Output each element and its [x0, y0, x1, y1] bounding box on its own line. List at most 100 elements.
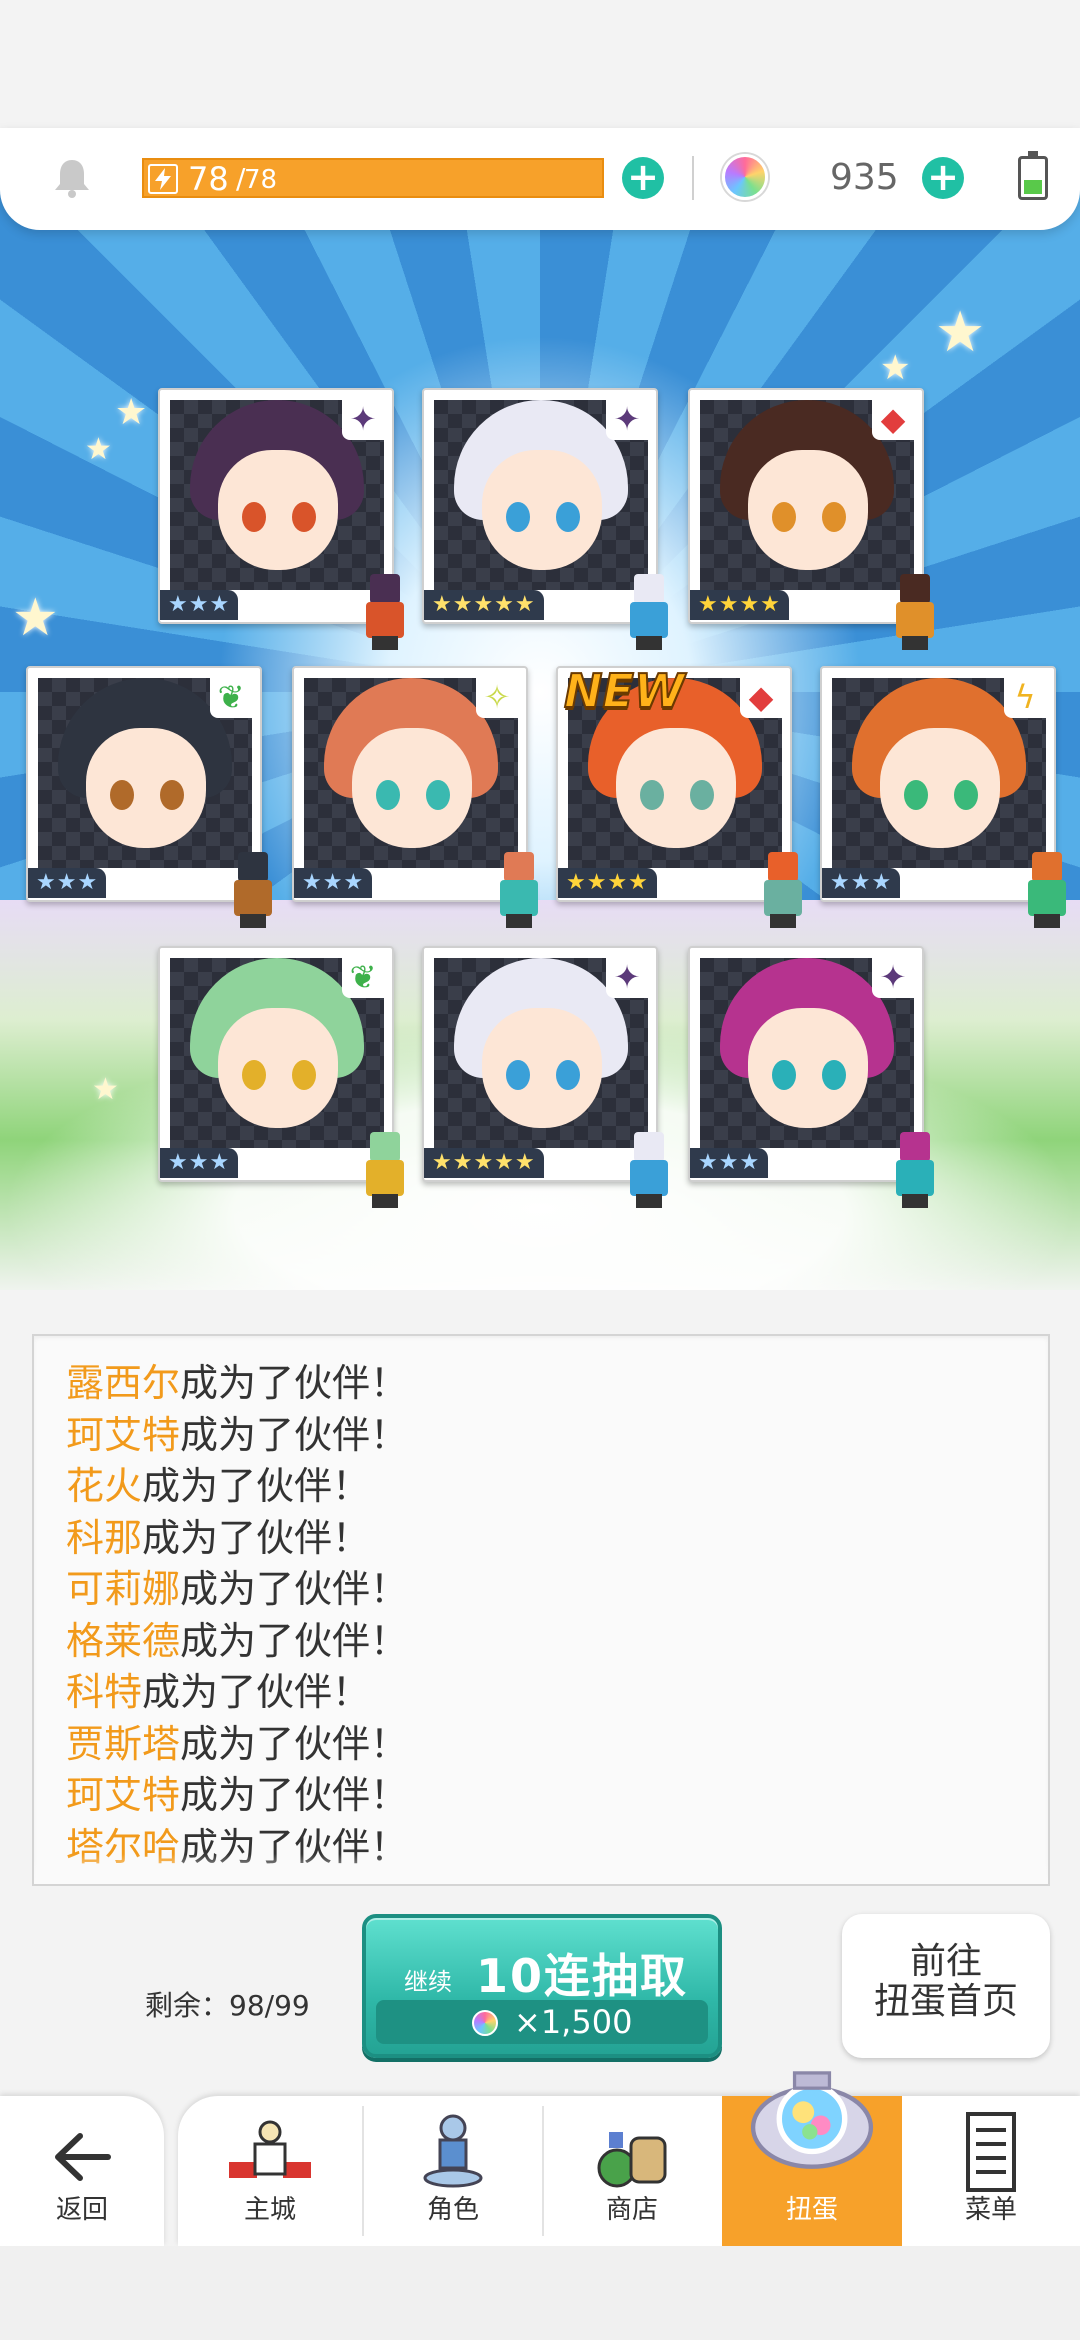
back-button[interactable]: 返回 [0, 2096, 164, 2246]
tab-label: 角色 [426, 2195, 479, 2225]
bottom-nav: 返回 主城 角色 商店 扭蛋 菜单 [0, 2071, 1080, 2246]
tab-label: 主城 [243, 2195, 296, 2225]
plus-icon: + [927, 155, 959, 199]
dark-diamond-icon: ✦ [872, 956, 914, 998]
character-card[interactable]: ◆ ★★★★ NEW [556, 663, 802, 928]
bell-icon[interactable] [50, 156, 94, 200]
rarity-stars: ★★★ [160, 1148, 239, 1178]
log-line: 科特成为了伙伴！ [66, 1667, 1028, 1719]
fire-diamond-icon: ◆ [872, 398, 914, 440]
rarity-stars: ★★★ [294, 868, 373, 898]
pixel-sprite [888, 574, 942, 650]
rarity-stars: ★★★★ [558, 868, 657, 898]
rarity-stars: ★★★ [28, 868, 107, 898]
main-nav-bar: 主城 角色 商店 扭蛋 菜单 [178, 2071, 1080, 2246]
log-line: 科那成为了伙伴！ [66, 1513, 1028, 1565]
character-name: 花火 [66, 1464, 143, 1508]
rarity-stars: ★★★★★ [424, 590, 544, 620]
continue-label: 继续 [404, 1968, 452, 1996]
tab-gacha[interactable]: 扭蛋 [722, 2071, 902, 2246]
battery-icon [1018, 151, 1048, 200]
pull-cost-amount: ×1,500 [514, 2003, 633, 2041]
pixel-sprite [226, 852, 280, 928]
stamina-max: 78 [244, 165, 278, 195]
sparkle-star-icon: ★ [935, 300, 986, 365]
character-name: 可莉娜 [66, 1567, 181, 1611]
divider [692, 156, 694, 200]
log-line: 贾斯塔成为了伙伴！ [66, 1719, 1028, 1771]
log-line: 珂艾特成为了伙伴！ [66, 1410, 1028, 1462]
sparkle-star-icon: ★ [115, 392, 148, 433]
gem-count: 935 [830, 157, 899, 198]
light-sparkle-icon: ✧ [476, 676, 518, 718]
character-name: 格莱德 [66, 1618, 181, 1663]
log-suffix: 成为了伙伴！ [142, 1670, 371, 1714]
tab-castle[interactable]: 主城 [178, 2096, 362, 2246]
pixel-sprite [492, 852, 546, 928]
log-suffix: 成为了伙伴！ [180, 1567, 409, 1611]
log-line: 珂艾特成为了伙伴！ [66, 1770, 1028, 1822]
dark-diamond-icon: ✦ [342, 398, 384, 440]
rarity-stars: ★★★★ [690, 590, 789, 620]
wind-leaf-icon: ❦ [210, 676, 252, 718]
continue-10-pull-button[interactable]: 继续 10连抽取 ×1,500 [362, 1914, 722, 2058]
character-card[interactable]: ❦ ★★★ [26, 666, 272, 928]
pixel-sprite [358, 1132, 412, 1208]
thunder-bolt-icon: ϟ [1004, 676, 1046, 718]
rainbow-gem-icon [722, 154, 768, 200]
system-nav-area [0, 2246, 1080, 2340]
character-card[interactable]: ϟ ★★★ [820, 666, 1066, 928]
menu-list-icon [966, 2112, 1016, 2192]
log-suffix: 成为了伙伴！ [180, 1721, 409, 1766]
plus-icon: + [627, 155, 659, 199]
add-gem-button[interactable]: + [922, 157, 964, 199]
character-icon [423, 2114, 483, 2188]
sparkle-star-icon: ★ [12, 588, 59, 648]
character-name: 贾斯塔 [66, 1721, 181, 1766]
log-line: 露西尔成为了伙伴！ [66, 1358, 1028, 1410]
character-card[interactable]: ✧ ★★★ [292, 666, 538, 928]
tab-character[interactable]: 角色 [364, 2096, 542, 2246]
character-card[interactable]: ✦ ★★★ [688, 946, 934, 1208]
rarity-stars: ★★★ [160, 590, 239, 620]
add-stamina-button[interactable]: + [622, 157, 664, 199]
tab-menu[interactable]: 菜单 [902, 2096, 1080, 2246]
character-name: 科那 [66, 1515, 143, 1560]
character-card[interactable]: ✦ ★★★★★ [422, 946, 668, 1208]
character-card[interactable]: ❦ ★★★ [158, 946, 404, 1208]
castle-icon [229, 2120, 311, 2178]
remaining-count: 剩余：98/99 [145, 1989, 310, 2022]
tab-label: 扭蛋 [785, 2195, 838, 2225]
stamina-current: 78 [188, 160, 229, 198]
character-card[interactable]: ✦ ★★★ [158, 388, 404, 650]
pixel-sprite [358, 574, 412, 650]
sparkle-star-icon: ★ [85, 432, 112, 467]
tab-label: 商店 [605, 2195, 658, 2225]
new-badge: NEW [563, 663, 686, 719]
recruit-log-panel[interactable]: 露西尔成为了伙伴！ 珂艾特成为了伙伴！ 花火成为了伙伴！ 科那成为了伙伴！ 可莉娜成为了… [32, 1334, 1050, 1886]
log-suffix: 成为了伙伴！ [180, 1412, 409, 1457]
character-name: 珂艾特 [66, 1412, 181, 1457]
log-suffix: 成为了伙伴！ [180, 1773, 409, 1817]
action-area: 剩余：98/99 继续 10连抽取 ×1,500 前往 扭蛋首页 [0, 1890, 1080, 2090]
log-suffix: 成为了伙伴！ [180, 1618, 409, 1663]
log-suffix: 成为了伙伴！ [142, 1515, 371, 1560]
dark-diamond-icon: ✦ [606, 398, 648, 440]
gacha-home-button[interactable]: 前往 扭蛋首页 [842, 1914, 1050, 2058]
ten-pull-label: 10连抽取 [476, 1949, 689, 2003]
pixel-sprite [1020, 852, 1074, 928]
dark-diamond-icon: ✦ [606, 956, 648, 998]
character-card[interactable]: ✦ ★★★★★ [422, 388, 668, 650]
arrow-left-icon [55, 2133, 111, 2181]
character-card[interactable]: ◆ ★★★★ [688, 388, 934, 650]
log-suffix: 成为了伙伴！ [142, 1464, 371, 1508]
log-line: 格莱德成为了伙伴！ [66, 1616, 1028, 1668]
status-bar: 78 / 78 + 935 + [0, 128, 1080, 230]
character-name: 露西尔 [66, 1361, 181, 1405]
pixel-sprite [888, 1132, 942, 1208]
stamina-bar: 78 / 78 [142, 158, 604, 198]
pull-cost: ×1,500 [376, 2000, 708, 2044]
tab-shop[interactable]: 商店 [544, 2096, 720, 2246]
fire-diamond-icon: ◆ [740, 676, 782, 718]
rarity-stars: ★★★ [690, 1148, 769, 1178]
